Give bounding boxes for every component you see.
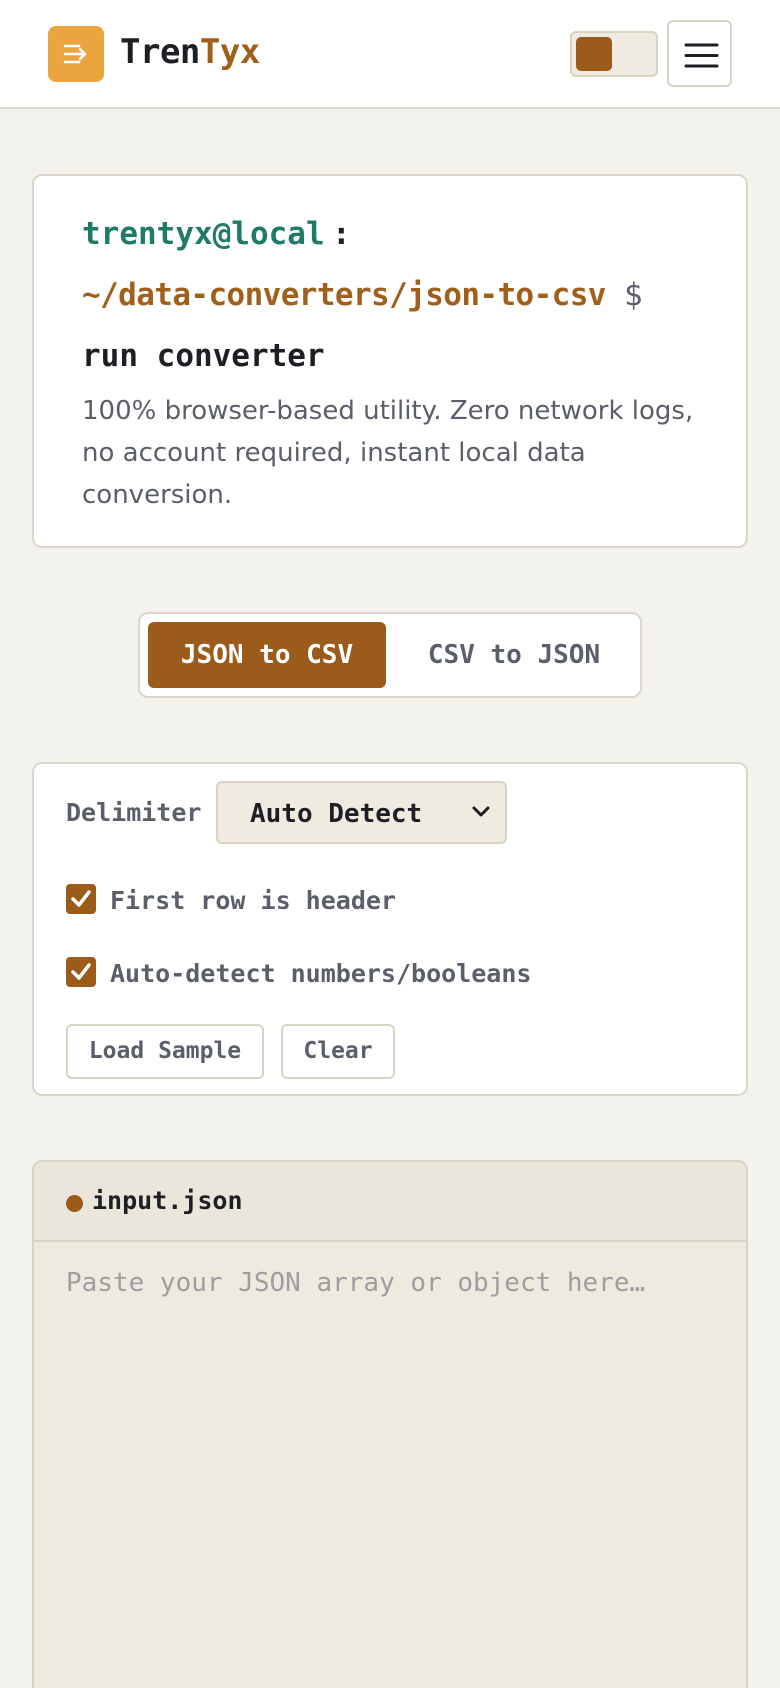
menu-button[interactable]	[667, 20, 732, 87]
status-dot-icon	[66, 1195, 83, 1212]
delimiter-select-value: Auto Detect	[250, 799, 423, 829]
input-panel-header: input.json	[34, 1162, 746, 1242]
terminal-description: 100% browser-based utility. Zero network…	[82, 396, 694, 510]
first-row-header-label: First row is header	[110, 886, 396, 915]
options-card: Delimiter Auto Detect First row is heade…	[32, 762, 748, 1096]
prompt-path: ~/data-converters/json-to-csv	[82, 277, 606, 313]
first-row-header-checkbox[interactable]	[66, 884, 96, 914]
delimiter-select[interactable]: Auto Detect	[216, 781, 507, 844]
terminal-card: trentyx@local : ~/data-converters/json-t…	[32, 174, 748, 548]
run-command: run converter	[82, 338, 325, 374]
checkmark-icon	[71, 890, 91, 907]
csv-to-json-button[interactable]: CSV to JSON	[396, 622, 632, 688]
brand-part-2: Tyx	[199, 32, 260, 72]
checkmark-icon	[71, 963, 91, 980]
delimiter-label: Delimiter	[66, 798, 202, 827]
prompt-colon: :	[332, 216, 351, 252]
theme-toggle-knob	[576, 37, 612, 71]
top-header: TrenTyx	[0, 0, 780, 109]
input-panel: input.json	[32, 1160, 748, 1688]
auto-detect-label: Auto-detect numbers/booleans	[110, 959, 532, 988]
theme-toggle[interactable]	[570, 31, 658, 77]
load-sample-button[interactable]: Load Sample	[66, 1024, 264, 1079]
auto-detect-checkbox[interactable]	[66, 957, 96, 987]
sort-lines-icon	[63, 44, 87, 64]
brand-part-1: Tren	[120, 32, 200, 72]
prompt-user: trentyx@local	[82, 216, 325, 252]
input-file-name: input.json	[92, 1186, 243, 1215]
prompt-dollar: $	[624, 277, 643, 313]
clear-button[interactable]: Clear	[281, 1024, 395, 1079]
mode-switch: JSON to CSV CSV to JSON	[138, 612, 642, 698]
hamburger-menu-icon	[684, 43, 719, 68]
brand-name[interactable]: TrenTyx	[120, 32, 260, 72]
logo[interactable]	[48, 26, 104, 82]
chevron-down-icon	[472, 806, 490, 817]
json-to-csv-button[interactable]: JSON to CSV	[148, 622, 386, 688]
json-input[interactable]	[34, 1242, 746, 1688]
